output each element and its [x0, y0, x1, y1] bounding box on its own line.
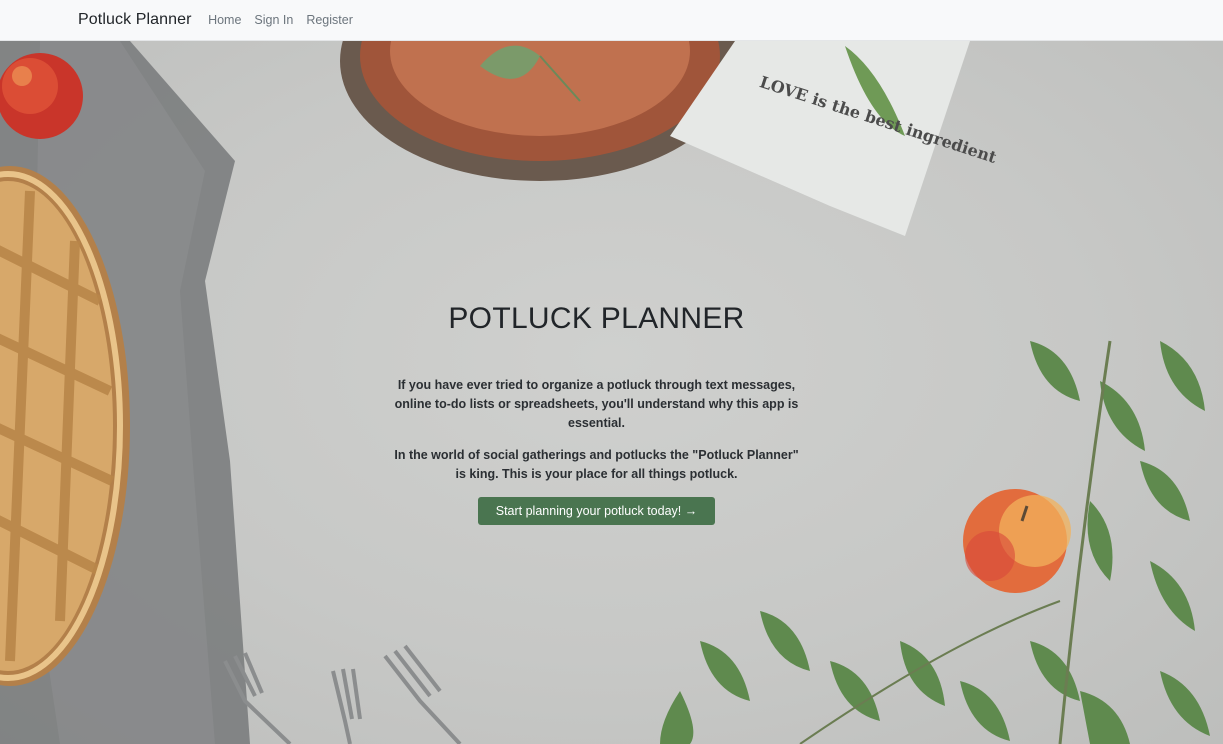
hero-content: POTLUCK PLANNER If you have ever tried t… — [0, 41, 1223, 744]
nav-links: Home Sign In Register — [202, 13, 360, 27]
nav-sign-in-link[interactable]: Sign In — [248, 13, 300, 27]
hero-paragraph-1: If you have ever tried to organize a pot… — [394, 378, 799, 430]
hero-paragraph-2: In the world of social gatherings and po… — [394, 448, 799, 481]
start-planning-button[interactable]: Start planning your potluck today! → — [478, 497, 715, 525]
nav-home-link[interactable]: Home — [202, 13, 248, 27]
hero-section: LOVE is the best ingredient POTLUCK PLAN… — [0, 41, 1223, 744]
nav-register-link[interactable]: Register — [300, 13, 360, 27]
navbar: Potluck Planner Home Sign In Register — [0, 0, 1223, 41]
brand-link[interactable]: Potluck Planner — [78, 11, 192, 29]
page-title: POTLUCK PLANNER — [448, 302, 745, 335]
